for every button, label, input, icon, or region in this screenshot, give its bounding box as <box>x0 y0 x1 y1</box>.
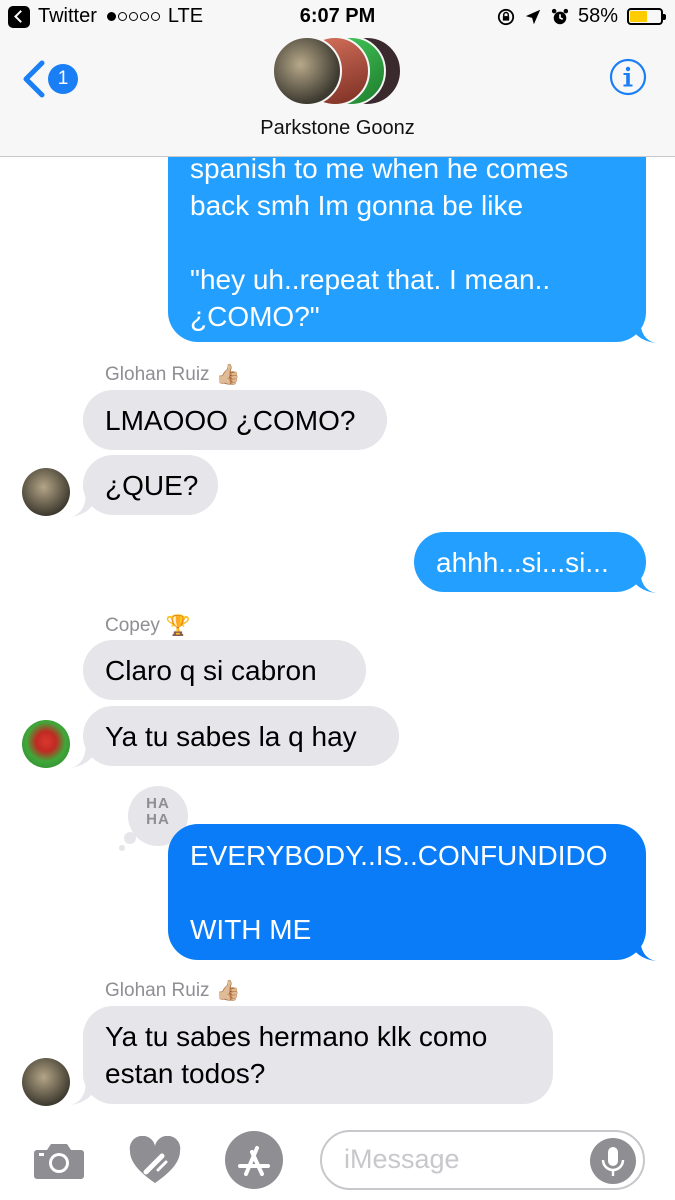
trophy-icon: 🏆 <box>165 615 191 637</box>
back-button[interactable]: 1 <box>20 60 78 98</box>
sender-avatar[interactable] <box>22 468 70 516</box>
unread-badge: 1 <box>48 64 78 94</box>
status-right: 58% <box>497 5 666 28</box>
outgoing-message-bubble[interactable]: ahhh...si...si... <box>414 532 646 592</box>
thumbs-up-icon: 👍🏼 <box>215 980 241 1002</box>
incoming-message-bubble[interactable]: ¿QUE? <box>83 455 218 515</box>
alarm-clock-icon <box>551 8 569 24</box>
location-arrow-icon <box>525 9 541 24</box>
sender-name-text: Copey <box>105 614 160 636</box>
incoming-message-bubble[interactable]: Ya tu sabes la q hay <box>83 706 399 766</box>
message-line <box>190 874 624 911</box>
chevron-left-icon <box>23 60 45 98</box>
message-line <box>190 224 624 261</box>
conversation-header: Twitter LTE 6:07 PM 58% 1 Parkstone Goon… <box>0 0 675 157</box>
message-line: ¿COMO?" <box>190 301 320 332</box>
message-line: Ya tu sabes hermano klk como <box>105 1021 488 1052</box>
incoming-message-bubble[interactable]: Ya tu sabes hermano klk como estan todos… <box>83 1006 553 1104</box>
app-store-icon[interactable] <box>224 1130 284 1190</box>
incoming-message-bubble[interactable]: Claro q si cabron <box>83 640 366 700</box>
digital-touch-heart-icon[interactable] <box>128 1136 182 1186</box>
sender-avatar[interactable] <box>22 720 70 768</box>
info-icon[interactable] <box>609 58 647 96</box>
message-line: "hey uh..repeat that. I mean.. <box>190 264 551 295</box>
message-text: LMAOOO ¿COMO? <box>105 405 356 436</box>
message-text: ¿QUE? <box>105 470 199 501</box>
dictation-button[interactable] <box>590 1138 636 1184</box>
battery-icon <box>627 8 666 25</box>
bubble-tail <box>628 568 656 593</box>
microphone-icon <box>601 1147 625 1176</box>
bubble-tail <box>70 1080 98 1105</box>
message-line: WITH ME <box>190 914 312 945</box>
group-avatar-stack[interactable] <box>272 36 402 108</box>
imessage-placeholder: iMessage <box>344 1144 460 1174</box>
compose-toolbar: iMessage <box>0 1118 675 1200</box>
sender-name-text: Glohan Ruiz <box>105 363 210 385</box>
message-line: back smh Im gonna be like <box>190 190 524 221</box>
status-bar: Twitter LTE 6:07 PM 58% <box>0 0 675 36</box>
message-text: ahhh...si...si... <box>436 547 609 578</box>
bubble-tail <box>628 318 656 343</box>
haha-tapback-label: HA HA <box>146 795 170 828</box>
bubble-tail <box>628 936 656 961</box>
bubble-tail <box>70 492 98 517</box>
incoming-message-bubble[interactable]: LMAOOO ¿COMO? <box>83 390 387 450</box>
message-text: Claro q si cabron <box>105 655 317 686</box>
sender-name: Copey 🏆 <box>105 613 191 638</box>
group-name[interactable]: Parkstone Goonz <box>0 117 675 140</box>
message-line: EVERYBODY..IS..CONFUNDIDO <box>190 840 608 871</box>
camera-icon[interactable] <box>33 1140 85 1180</box>
message-text: Ya tu sabes la q hay <box>105 721 357 752</box>
thumbs-up-icon: 👍🏼 <box>215 364 241 386</box>
rotation-lock-icon <box>497 8 515 25</box>
sender-name-text: Glohan Ruiz <box>105 979 210 1001</box>
message-line: estan todos? <box>105 1058 266 1089</box>
sender-avatar[interactable] <box>22 1058 70 1106</box>
outgoing-message-bubble[interactable]: EVERYBODY..IS..CONFUNDIDO WITH ME <box>168 824 646 960</box>
sender-name: Glohan Ruiz 👍🏼 <box>105 978 240 1003</box>
group-avatar <box>272 36 342 106</box>
bubble-tail <box>70 743 98 768</box>
sender-name: Glohan Ruiz 👍🏼 <box>105 362 240 387</box>
battery-percent: 58% <box>577 5 618 27</box>
